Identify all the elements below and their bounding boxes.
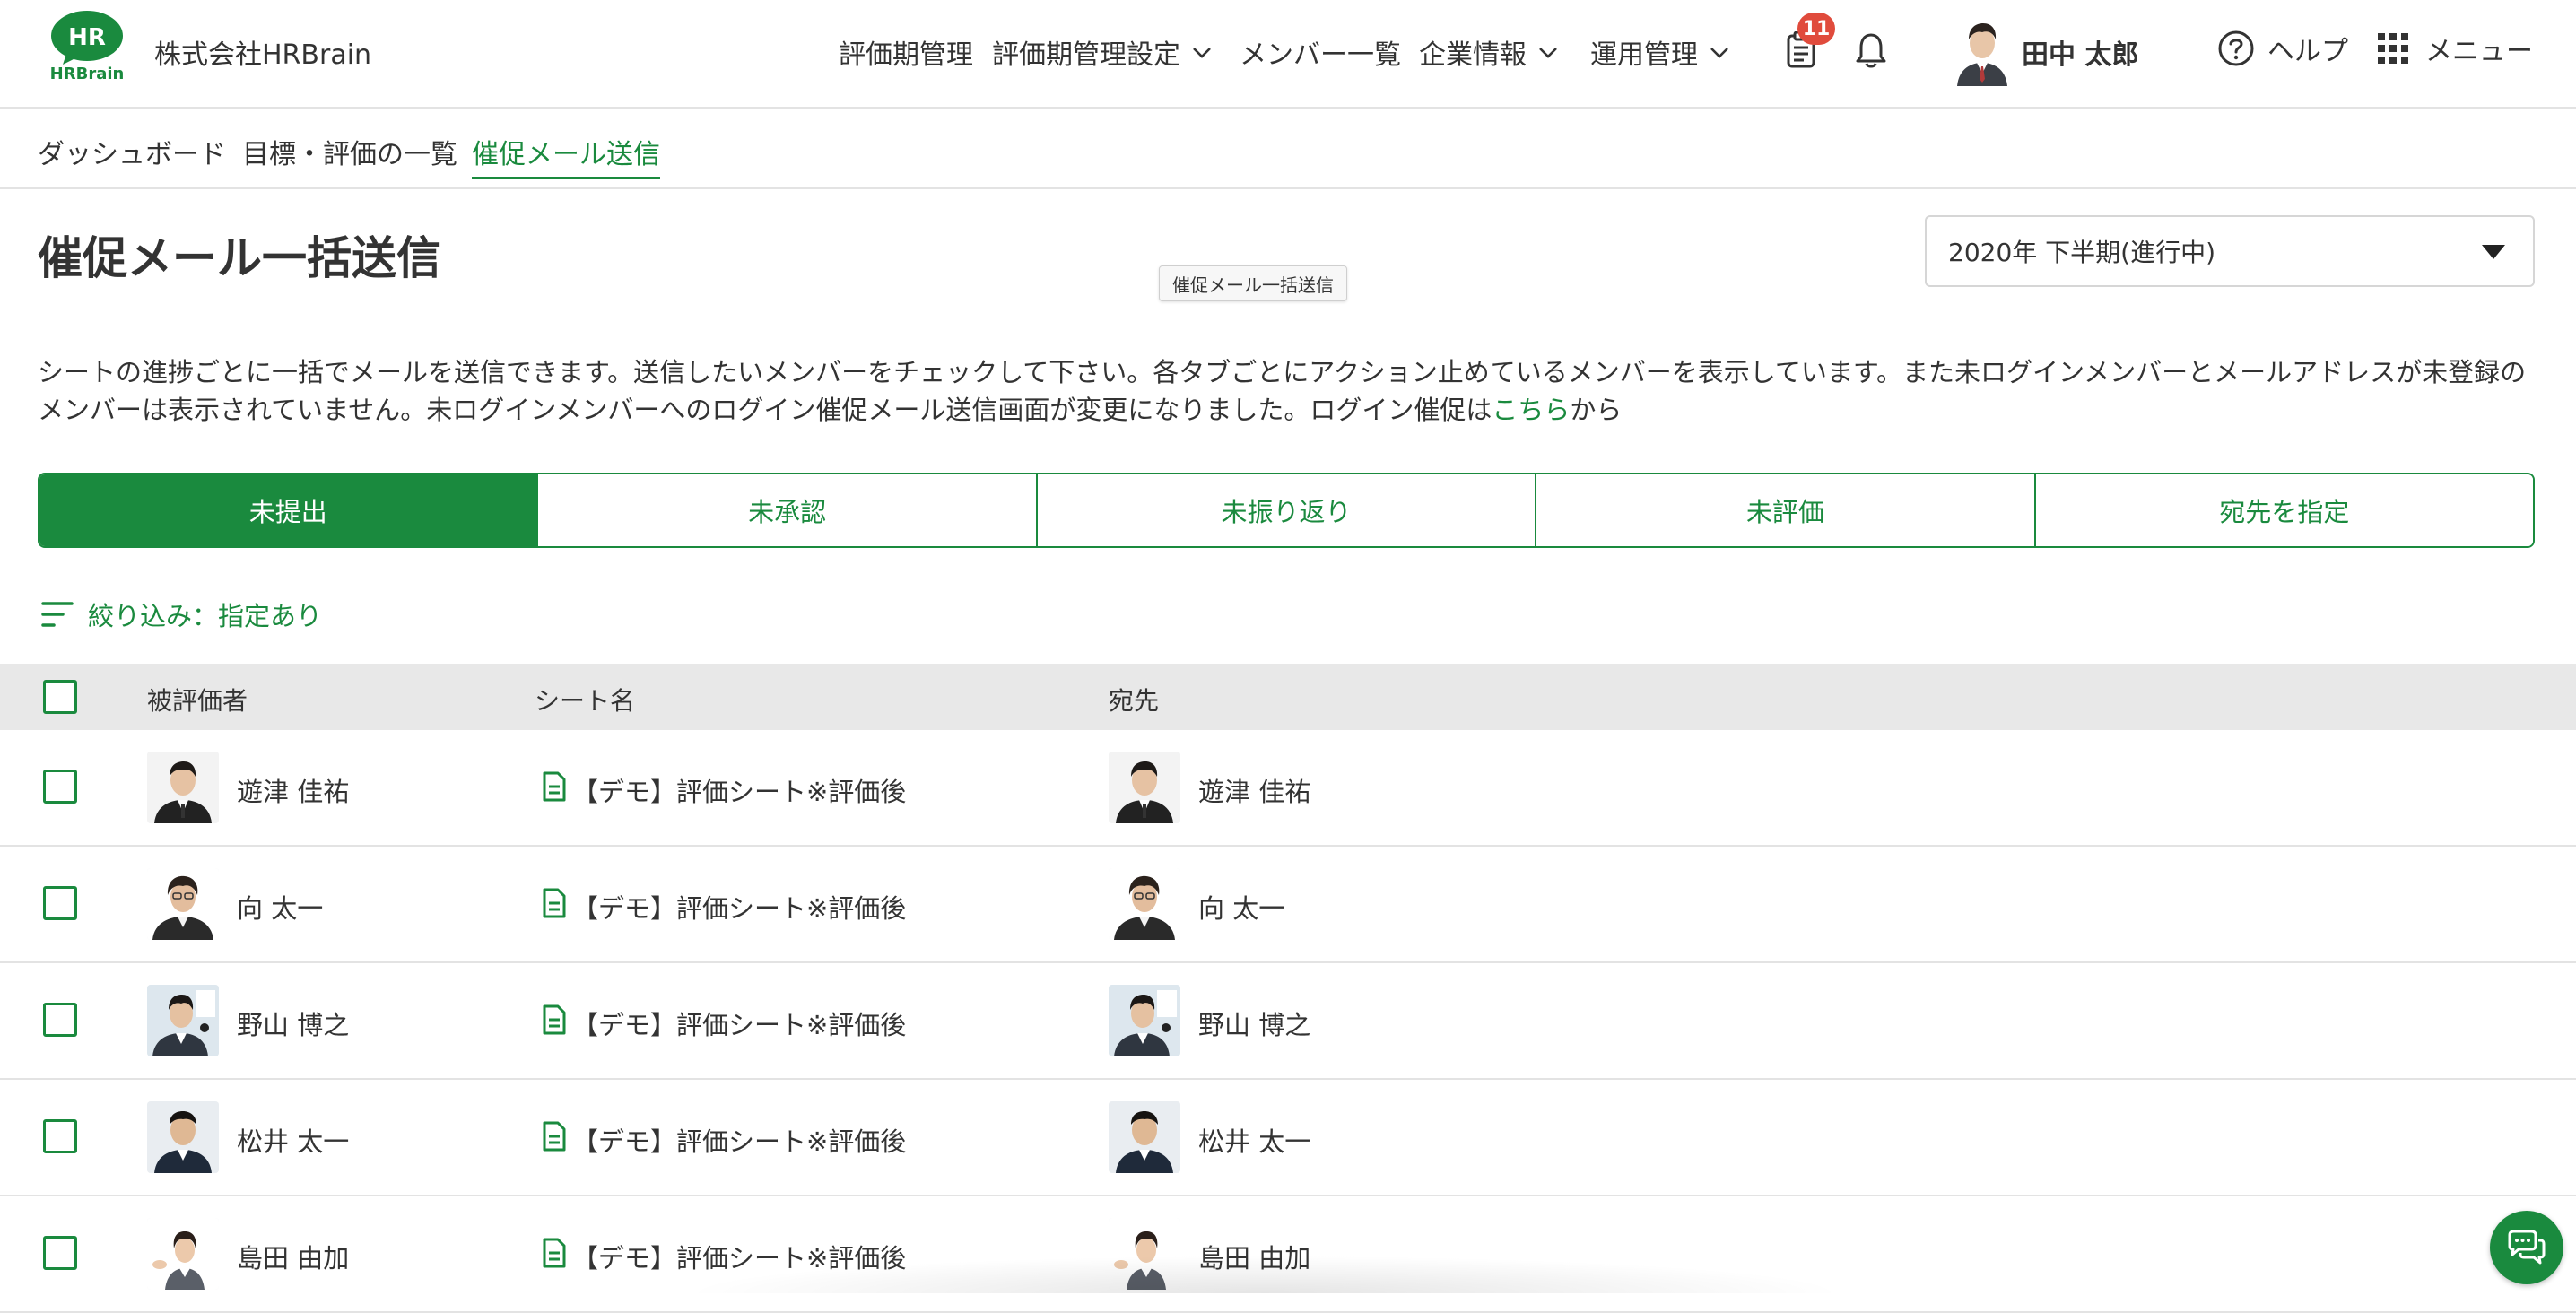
chat-support-button[interactable] (2490, 1211, 2563, 1284)
user-avatar[interactable] (1950, 14, 2015, 86)
column-header-sheet: シート名 (535, 686, 636, 716)
filter-label: 絞り込み：指定あり (88, 601, 323, 631)
evaluatee-name: 松井 太一 (237, 1126, 350, 1157)
menu-label: メニュー (2425, 36, 2533, 67)
recipient-avatar (1109, 752, 1180, 823)
table-row: 向 太一 【デモ】評価シート※評価後 向 太一 (0, 847, 2576, 963)
tab-not-approved[interactable]: 未承認 (538, 474, 1038, 546)
document-icon (543, 1121, 566, 1152)
title-tooltip: 催促メール一括送信 (1159, 265, 1347, 301)
tab-not-evaluated[interactable]: 未評価 (1536, 474, 2036, 546)
nav-label: 企業情報 (1419, 39, 1527, 71)
table-row: 遊津 佳祐 【デモ】評価シート※評価後 遊津 佳祐 (0, 730, 2576, 847)
document-icon (543, 1004, 566, 1035)
menu-button[interactable]: メニュー (2377, 29, 2533, 68)
chevron-down-icon (1539, 48, 1557, 58)
row-checkbox[interactable] (43, 1236, 77, 1270)
page-description: シートの進捗ごとに一括でメールを送信できます。送信したいメンバーをチェックして下… (38, 353, 2540, 429)
evaluatee-avatar (147, 868, 219, 940)
recipient-name: 遊津 佳祐 (1198, 777, 1311, 807)
table-row: 松井 太一 【デモ】評価シート※評価後 松井 太一 (0, 1080, 2576, 1196)
nav-evaluation-settings[interactable]: 評価期管理設定 (992, 32, 1213, 72)
evaluatee-name: 野山 博之 (237, 1010, 350, 1040)
select-all-checkbox[interactable] (43, 680, 77, 714)
document-icon (543, 771, 566, 802)
subnav-reminder-email[interactable]: 催促メール送信 (472, 132, 660, 179)
sheet-name-link[interactable]: 【デモ】評価シート※評価後 (572, 771, 906, 809)
chat-bubbles-icon (2508, 1230, 2546, 1265)
chevron-down-icon (1193, 48, 1211, 58)
nav-evaluation-period[interactable]: 評価期管理 (839, 32, 973, 72)
tab-not-reflected[interactable]: 未振り返り (1037, 474, 1537, 546)
evaluatee-avatar (147, 985, 219, 1056)
grid-menu-icon (2378, 33, 2408, 64)
subnav-dashboard[interactable]: ダッシュボード (38, 132, 226, 177)
logo-wordmark-text: HRBrain (50, 65, 124, 83)
hrbrain-logo[interactable]: HR HRBrain (50, 9, 124, 83)
nav-operations[interactable]: 運用管理 (1590, 32, 1730, 72)
row-checkbox[interactable] (43, 1003, 77, 1037)
document-icon (543, 1238, 566, 1268)
nav-label: メンバー一覧 (1240, 39, 1401, 71)
caret-down-icon (2482, 245, 2505, 259)
period-select-value: 2020年 下半期(進行中) (1948, 238, 2216, 267)
row-checkbox[interactable] (43, 886, 77, 920)
user-name[interactable]: 田中 太郎 (2022, 32, 2138, 72)
sheet-name-link[interactable]: 【デモ】評価シート※評価後 (572, 1121, 906, 1159)
page-title: 催促メール一括送信 (38, 232, 441, 284)
company-name: 株式会社HRBrain (154, 39, 372, 71)
nav-company-info[interactable]: 企業情報 (1419, 32, 1559, 72)
recipient-name: 松井 太一 (1198, 1126, 1311, 1157)
status-tabs: 未提出 未承認 未振り返り 未評価 宛先を指定 (38, 473, 2535, 548)
table-row: 島田 由加 【デモ】評価シート※評価後 島田 由加 (0, 1196, 2576, 1313)
chevron-down-icon (1710, 48, 1728, 58)
recipient-avatar (1109, 868, 1180, 940)
description-text: シートの進捗ごとに一括でメールを送信できます。送信したいメンバーをチェックして下… (38, 357, 2527, 425)
top-header: HR HRBrain 株式会社HRBrain 評価期管理 評価期管理設定 メンバ… (0, 0, 2576, 109)
recipient-avatar (1109, 985, 1180, 1056)
tab-specify-recipient[interactable]: 宛先を指定 (2035, 474, 2533, 546)
recipient-avatar (1109, 1101, 1180, 1173)
evaluatee-name: 島田 由加 (237, 1243, 350, 1274)
bell-icon (1856, 33, 1886, 68)
column-header-evaluatee: 被評価者 (147, 686, 248, 716)
filter-lines-icon (41, 602, 74, 627)
nav-label: 評価期管理設定 (992, 39, 1180, 71)
description-tail: から (1570, 395, 1623, 425)
help-link[interactable]: ヘルプ (2217, 29, 2348, 68)
sub-navigation: ダッシュボード 目標・評価の一覧 催促メール送信 (0, 109, 2576, 189)
nav-member-list[interactable]: メンバー一覧 (1240, 32, 1401, 72)
row-checkbox[interactable] (43, 1119, 77, 1153)
tab-not-submitted[interactable]: 未提出 (39, 474, 539, 546)
scroll-fade-shadow (682, 1256, 1848, 1293)
column-header-recipient: 宛先 (1109, 686, 1160, 716)
row-checkbox[interactable] (43, 770, 77, 804)
recipient-name: 向 太一 (1198, 893, 1285, 924)
evaluatee-avatar (147, 1101, 219, 1173)
login-reminder-link[interactable]: こちら (1492, 395, 1570, 425)
logo-mark-text: HR (68, 24, 106, 51)
notification-count-badge: 11 (1797, 13, 1835, 45)
sheet-name-link[interactable]: 【デモ】評価シート※評価後 (572, 888, 906, 926)
document-icon (543, 888, 566, 918)
evaluatee-name: 向 太一 (237, 893, 324, 924)
subnav-goals-evaluations[interactable]: 目標・評価の一覧 (242, 132, 457, 177)
evaluatee-name: 遊津 佳祐 (237, 777, 350, 807)
table-row: 野山 博之 【デモ】評価シート※評価後 野山 博之 (0, 963, 2576, 1080)
evaluatee-avatar (147, 752, 219, 823)
filter-toggle[interactable]: 絞り込み：指定あり (41, 596, 322, 633)
help-label: ヘルプ (2267, 36, 2348, 67)
sheet-name-link[interactable]: 【デモ】評価シート※評価後 (572, 1004, 906, 1042)
evaluatee-avatar (147, 1218, 219, 1290)
evaluation-period-select[interactable]: 2020年 下半期(進行中) (1925, 215, 2535, 287)
nav-label: 運用管理 (1590, 39, 1698, 71)
recipient-name: 野山 博之 (1198, 1010, 1311, 1040)
question-circle-icon (2218, 30, 2254, 66)
table-header-row: 被評価者 シート名 宛先 (0, 664, 2576, 730)
notifications-button[interactable] (1849, 27, 1893, 74)
nav-label: 評価期管理 (839, 39, 973, 71)
